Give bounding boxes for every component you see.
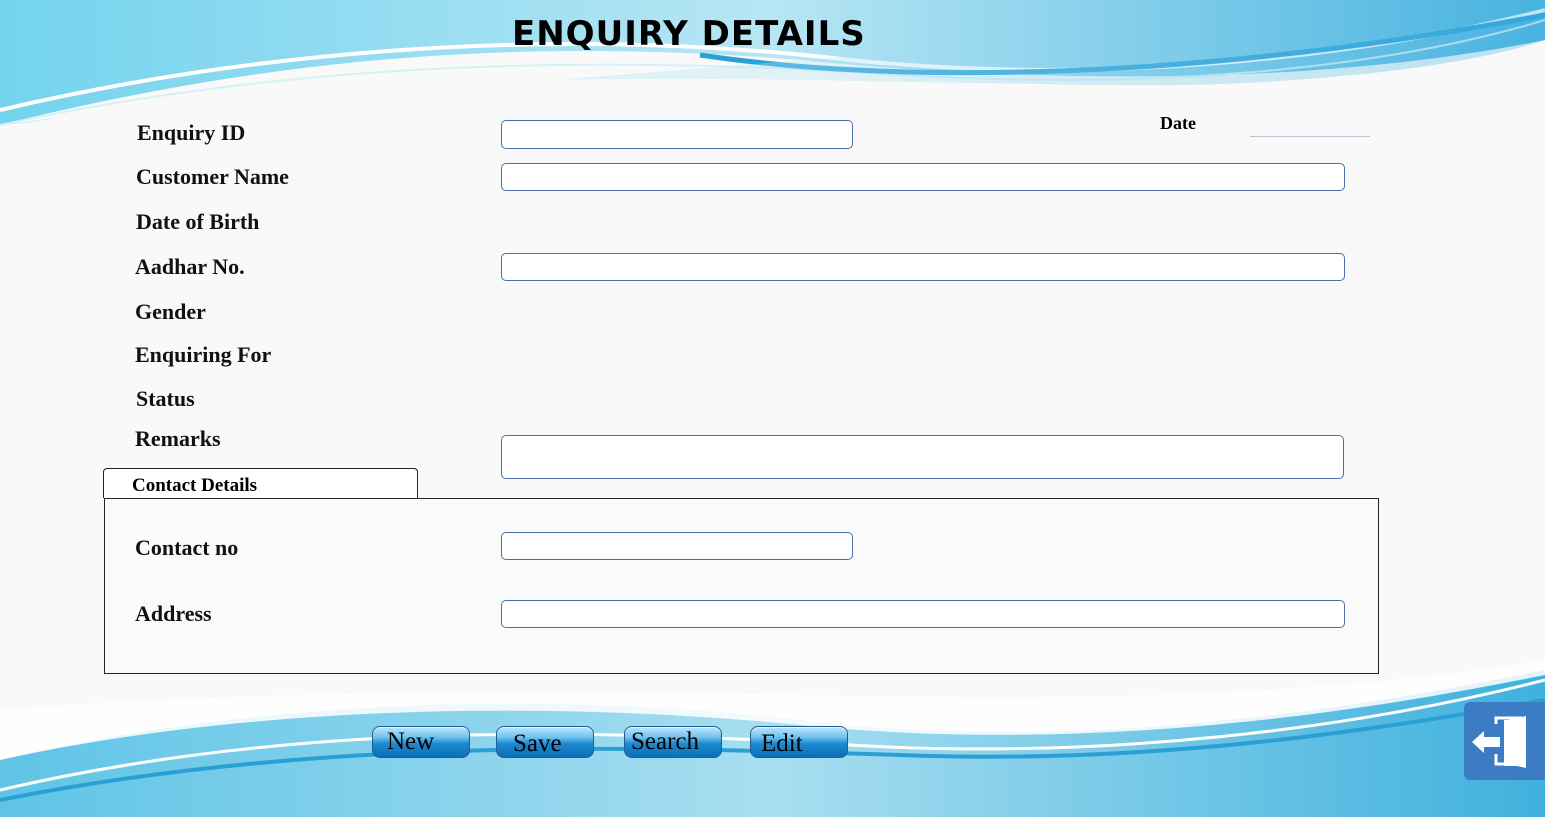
aadhar-no-label: Aadhar No.	[135, 254, 245, 279]
new-button[interactable]: New	[372, 726, 470, 758]
tab-contact-details[interactable]: Contact Details	[103, 468, 418, 498]
contact-no-label: Contact no	[135, 535, 239, 560]
page-title: ENQUIRY DETAILS	[512, 14, 866, 54]
contact-no-input[interactable]	[501, 532, 853, 560]
customer-name-input[interactable]	[501, 163, 1345, 191]
customer-name-label: Customer Name	[136, 164, 289, 189]
remarks-label: Remarks	[135, 426, 221, 451]
contact-details-panel	[104, 498, 1379, 674]
remarks-input[interactable]	[501, 435, 1344, 479]
gender-label: Gender	[135, 299, 206, 324]
exit-door-icon	[1472, 716, 1526, 768]
date-label: Date	[1160, 113, 1196, 133]
date-of-birth-label: Date of Birth	[136, 209, 260, 234]
save-button[interactable]: Save	[496, 726, 594, 758]
exit-button[interactable]	[1464, 702, 1545, 780]
status-label: Status	[136, 386, 195, 411]
enquiring-for-label: Enquiring For	[135, 342, 272, 367]
aadhar-no-input[interactable]	[501, 253, 1345, 281]
address-input[interactable]	[501, 600, 1345, 628]
address-label: Address	[135, 601, 212, 626]
enquiry-id-label: Enquiry ID	[137, 120, 246, 145]
edit-button[interactable]: Edit	[750, 726, 848, 758]
date-value-field[interactable]	[1250, 136, 1370, 137]
search-button[interactable]: Search	[624, 726, 722, 758]
enquiry-id-input[interactable]	[501, 120, 853, 149]
